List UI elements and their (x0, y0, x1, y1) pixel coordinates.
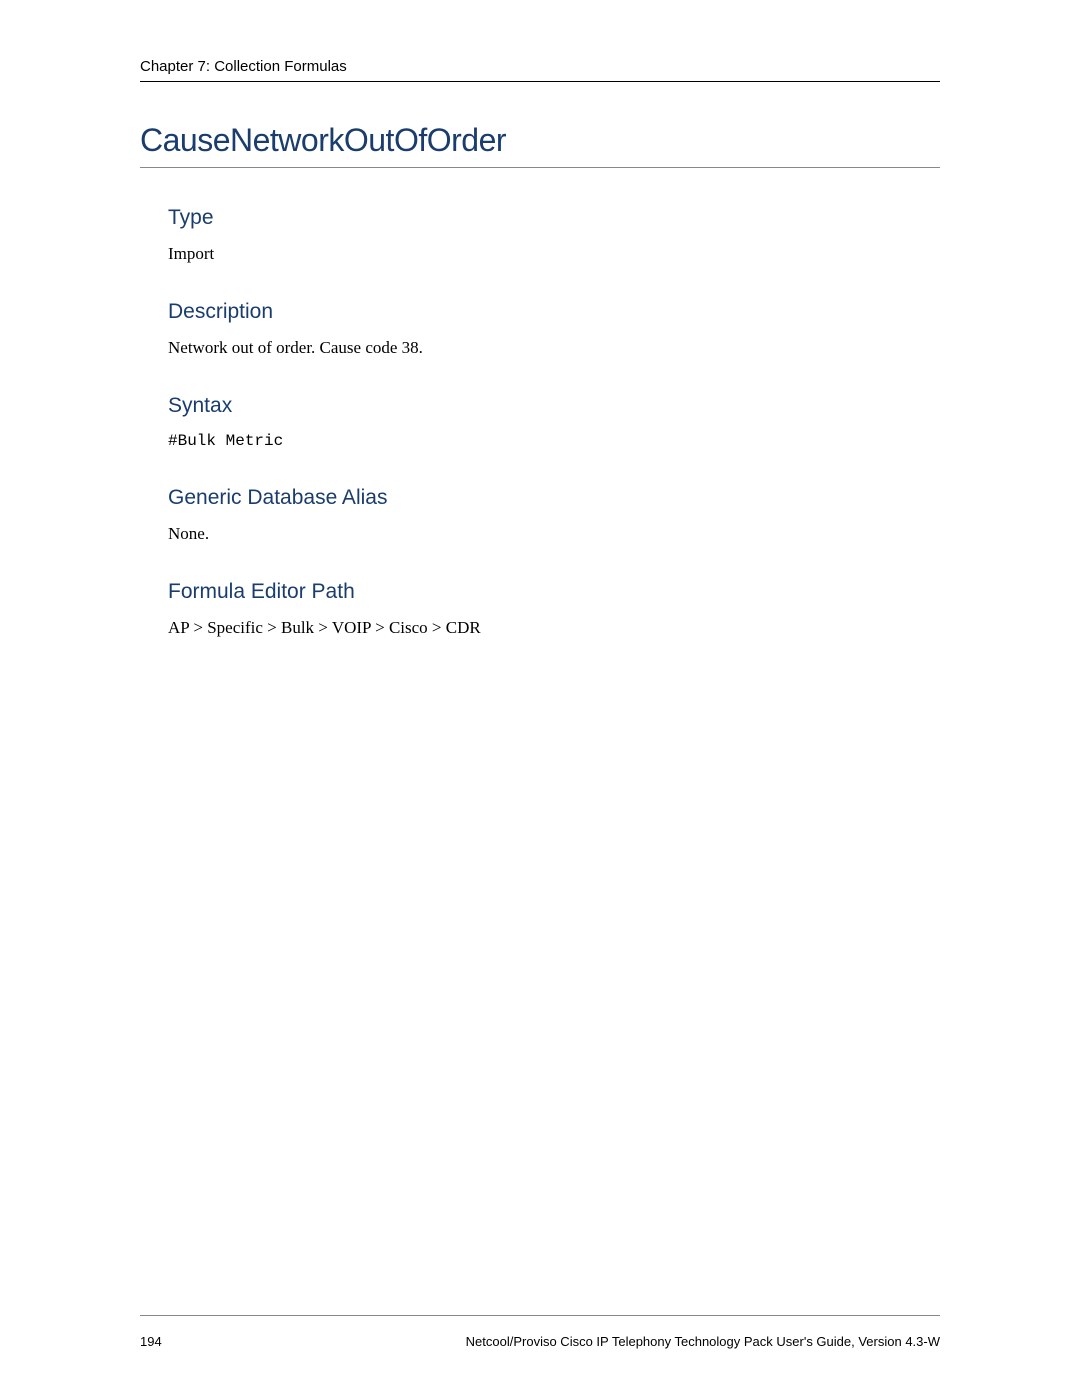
section-description: Description Network out of order. Cause … (168, 300, 940, 358)
body-type: Import (168, 244, 940, 264)
page-number: 194 (140, 1334, 162, 1349)
heading-path: Formula Editor Path (168, 580, 940, 604)
heading-syntax: Syntax (168, 394, 940, 418)
body-syntax: #Bulk Metric (168, 432, 940, 450)
body-alias: None. (168, 524, 940, 544)
page-footer: 194 Netcool/Proviso Cisco IP Telephony T… (140, 1315, 940, 1349)
heading-description: Description (168, 300, 940, 324)
guide-title: Netcool/Proviso Cisco IP Telephony Techn… (466, 1334, 940, 1349)
section-path: Formula Editor Path AP > Specific > Bulk… (168, 580, 940, 638)
heading-alias: Generic Database Alias (168, 486, 940, 510)
heading-type: Type (168, 206, 940, 230)
page-container: Chapter 7: Collection Formulas CauseNetw… (0, 0, 1080, 638)
page-title: CauseNetworkOutOfOrder (140, 122, 940, 168)
body-path: AP > Specific > Bulk > VOIP > Cisco > CD… (168, 618, 940, 638)
chapter-header: Chapter 7: Collection Formulas (140, 58, 940, 82)
body-description: Network out of order. Cause code 38. (168, 338, 940, 358)
section-syntax: Syntax #Bulk Metric (168, 394, 940, 450)
section-type: Type Import (168, 206, 940, 264)
section-alias: Generic Database Alias None. (168, 486, 940, 544)
